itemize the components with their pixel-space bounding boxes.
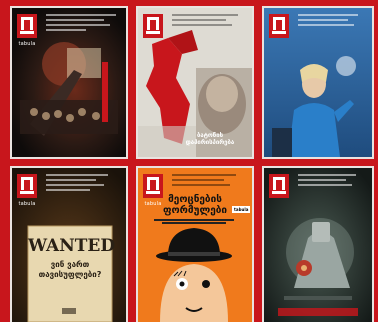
tabula-logo-icon [143, 14, 163, 38]
cover-teaser-lines [46, 14, 120, 34]
magazine-cover-2[interactable]: ბატონის დაპირისპირება [136, 6, 254, 159]
magazine-cover-4[interactable]: tabula WANTED ვინ ვართ თავისუფლები? [10, 166, 128, 322]
cover-teaser-lines [298, 14, 372, 29]
cover-teaser-lines [172, 14, 246, 29]
tabula-logo-icon [269, 14, 289, 38]
logo-wordmark: tabula [18, 201, 36, 207]
wanted-subhead: ვინ ვართ თავისუფლები? [38, 260, 102, 279]
magazine-cover-6[interactable] [262, 166, 374, 322]
tabula-logo-icon [17, 174, 37, 198]
magazine-cover-grid: tabula ბატონის დაპირისპირება tabula WANT… [0, 0, 378, 322]
wanted-headline: WANTED [28, 236, 116, 256]
orange-cover-headline: მეოცნების ფორმულები [162, 194, 228, 216]
magazine-cover-3[interactable] [262, 6, 374, 159]
magazine-cover-1[interactable]: tabula [10, 6, 128, 159]
logo-wordmark: tabula [18, 41, 36, 47]
orange-cover-subline [148, 218, 240, 225]
cover-2-headline: ბატონის დაპირისპირება [185, 132, 235, 146]
cover-teaser-lines [46, 174, 120, 194]
cover-teaser-lines [298, 174, 372, 189]
magazine-cover-5[interactable]: tabula tabula მეოცნების ფორმულები [136, 166, 254, 322]
cover-teaser-lines [172, 174, 246, 189]
tabula-logo-icon [269, 174, 289, 198]
tabula-logo-icon [17, 14, 37, 38]
